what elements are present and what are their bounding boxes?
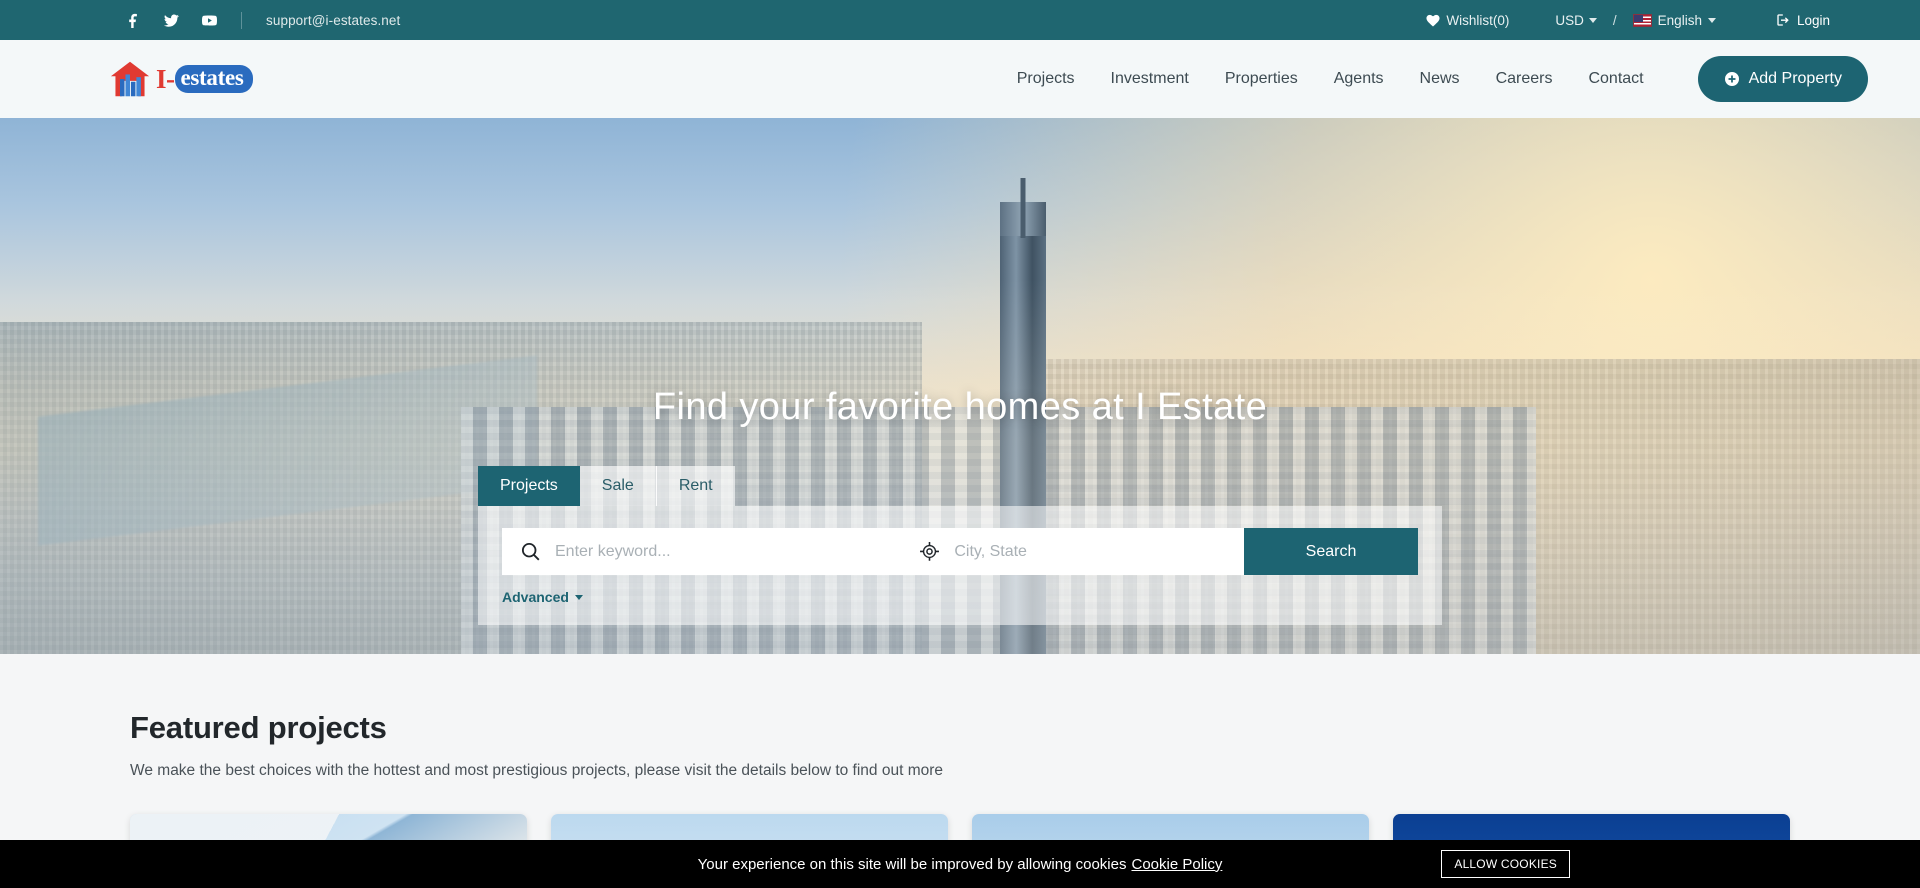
topbar-right-group: Wishlist(0) USD / English Login bbox=[1426, 13, 1830, 28]
sign-in-icon bbox=[1777, 14, 1789, 26]
search-submit-button[interactable]: Search bbox=[1244, 528, 1418, 575]
nav-item-projects[interactable]: Projects bbox=[1017, 70, 1093, 88]
nav-item-careers[interactable]: Careers bbox=[1478, 70, 1571, 88]
house-logo-icon bbox=[110, 61, 150, 97]
wishlist-label: Wishlist(0) bbox=[1446, 12, 1510, 28]
tab-sale[interactable]: Sale bbox=[579, 466, 656, 506]
twitter-icon[interactable] bbox=[163, 12, 179, 28]
login-label: Login bbox=[1796, 12, 1830, 28]
login-link[interactable]: Login bbox=[1776, 13, 1830, 28]
cookie-message: Your experience on this site will be imp… bbox=[697, 855, 1127, 873]
logo-wordmark: I- estates bbox=[156, 64, 253, 95]
search-location-input[interactable] bbox=[940, 542, 1234, 561]
advanced-label: Advanced bbox=[502, 589, 569, 605]
search-bar: Search bbox=[502, 528, 1418, 575]
hero-search-module: Projects Sale Rent Sea bbox=[478, 466, 1442, 625]
facebook-icon[interactable] bbox=[125, 12, 141, 28]
social-links bbox=[125, 12, 217, 28]
nav-item-properties[interactable]: Properties bbox=[1207, 70, 1316, 88]
locate-gps-icon[interactable] bbox=[919, 541, 940, 562]
youtube-icon[interactable] bbox=[201, 12, 217, 28]
search-icon bbox=[521, 542, 540, 561]
hero-banner: Find your favorite homes at I Estate Pro… bbox=[0, 118, 1920, 654]
cookie-policy-link[interactable]: Cookie Policy bbox=[1131, 856, 1222, 873]
keyword-field-wrap bbox=[502, 528, 901, 575]
language-selector[interactable]: English bbox=[1632, 12, 1716, 28]
cookie-consent-banner: Your experience on this site will be imp… bbox=[0, 840, 1920, 888]
add-property-button[interactable]: Add Property bbox=[1697, 56, 1868, 102]
nav-item-agents[interactable]: Agents bbox=[1316, 70, 1402, 88]
allow-cookies-button[interactable]: ALLOW COOKIES bbox=[1441, 850, 1570, 878]
topbar-left-group: support@i-estates.net bbox=[0, 11, 400, 29]
search-type-tabs: Projects Sale Rent bbox=[478, 466, 1442, 506]
site-header: I- estates Projects Investment Propertie… bbox=[0, 40, 1920, 118]
chevron-down-icon bbox=[1588, 17, 1597, 23]
logo-text-estates: estates bbox=[174, 64, 253, 94]
advanced-search-toggle[interactable]: Advanced bbox=[502, 589, 583, 605]
tab-projects[interactable]: Projects bbox=[478, 466, 580, 506]
main-navigation: Projects Investment Properties Agents Ne… bbox=[1017, 56, 1868, 102]
logo-text-i: I- bbox=[156, 63, 175, 94]
support-email[interactable]: support@i-estates.net bbox=[266, 13, 400, 28]
search-keyword-input[interactable] bbox=[541, 542, 892, 561]
search-panel: Search Advanced bbox=[478, 506, 1442, 625]
plus-circle-icon bbox=[1724, 72, 1739, 86]
wishlist-link[interactable]: Wishlist(0) bbox=[1426, 13, 1509, 28]
heart-icon bbox=[1426, 14, 1440, 27]
hero-title: Find your favorite homes at I Estate bbox=[652, 386, 1268, 428]
currency-selector[interactable]: USD bbox=[1555, 13, 1597, 28]
tab-rent[interactable]: Rent bbox=[655, 466, 735, 506]
top-utility-bar: support@i-estates.net Wishlist(0) USD / … bbox=[0, 0, 1920, 40]
nav-item-contact[interactable]: Contact bbox=[1570, 70, 1661, 88]
topbar-divider bbox=[241, 11, 242, 29]
currency-label: USD bbox=[1555, 12, 1584, 28]
topbar-separator: / bbox=[1612, 12, 1617, 28]
chevron-down-icon bbox=[1707, 17, 1716, 23]
chevron-down-icon bbox=[574, 594, 583, 600]
featured-title: Featured projects bbox=[130, 710, 387, 745]
nav-item-investment[interactable]: Investment bbox=[1093, 70, 1207, 88]
language-label: English bbox=[1657, 12, 1702, 28]
location-field-wrap bbox=[901, 528, 1244, 575]
us-flag-icon bbox=[1632, 13, 1652, 27]
site-logo[interactable]: I- estates bbox=[108, 59, 253, 99]
featured-subtitle: We make the best choices with the hottes… bbox=[130, 762, 944, 779]
add-property-label: Add Property bbox=[1748, 70, 1842, 87]
nav-item-news[interactable]: News bbox=[1402, 70, 1478, 88]
